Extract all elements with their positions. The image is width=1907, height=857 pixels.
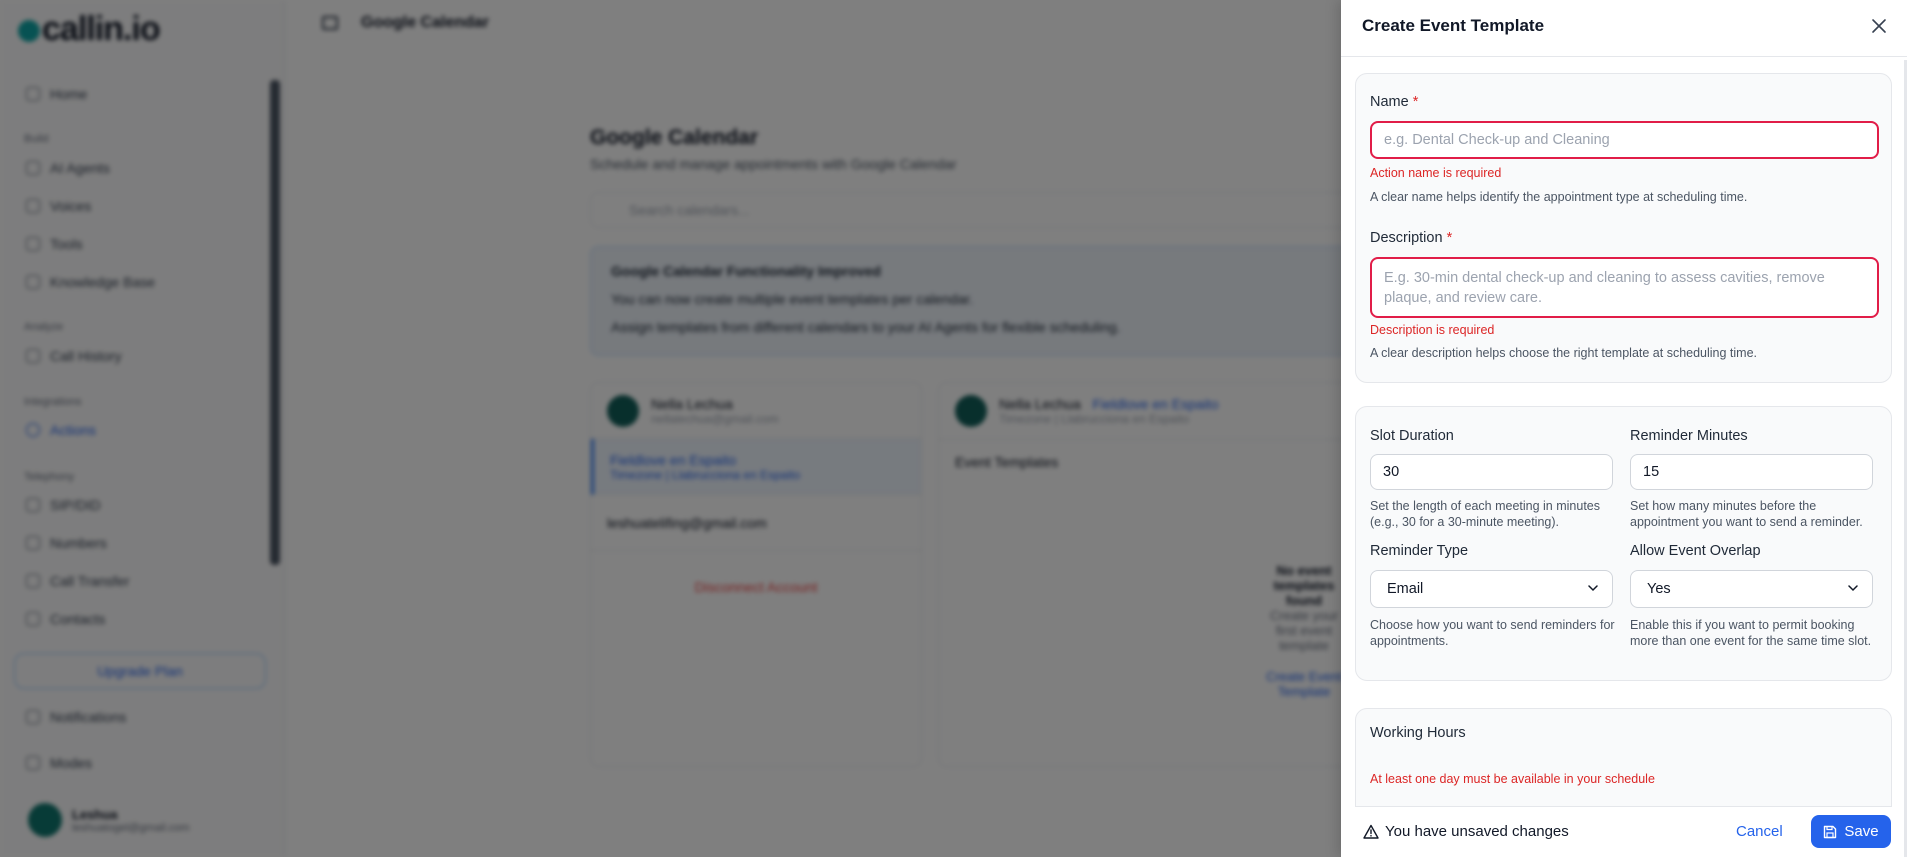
slot-duration-input[interactable]: 30 (1370, 454, 1613, 490)
save-icon (1824, 825, 1837, 838)
drawer-title: Create Event Template (1362, 16, 1545, 35)
save-button[interactable]: Save (1811, 815, 1891, 848)
description-error: Description is required (1370, 323, 1495, 337)
close-button[interactable] (1868, 15, 1890, 37)
description-placeholder: E.g. 30-min dental check-up and cleaning… (1384, 270, 1825, 306)
description-label: Description * (1370, 230, 1452, 246)
description-label-text: Description (1370, 230, 1443, 246)
reminder-type-label: Reminder Type (1370, 543, 1469, 559)
required-mark: * (1412, 94, 1419, 110)
name-label: Name * (1370, 94, 1418, 110)
basic-info-card: Name * e.g. Dental Check-up and Cleaning… (1355, 73, 1892, 383)
name-placeholder: e.g. Dental Check-up and Cleaning (1384, 132, 1610, 148)
allow-overlap-select[interactable]: Yes (1630, 570, 1873, 608)
name-error: Action name is required (1370, 166, 1502, 180)
allow-overlap-label: Allow Event Overlap (1630, 543, 1761, 559)
reminder-type-select[interactable]: Email (1370, 570, 1613, 608)
allow-overlap-value: Yes (1647, 581, 1671, 597)
name-label-text: Name (1370, 94, 1409, 110)
close-icon (1872, 19, 1886, 33)
chevron-down-icon (1588, 585, 1598, 592)
reminder-minutes-input[interactable]: 15 (1630, 454, 1873, 490)
reminder-type-value: Email (1387, 581, 1424, 597)
drawer-header: Create Event Template (1341, 0, 1907, 57)
slot-duration-hint: Set the length of each meeting in minute… (1370, 499, 1601, 529)
allow-overlap-hint: Enable this if you want to permit bookin… (1630, 618, 1872, 648)
drawer-footer: You have unsaved changes Cancel Save (1355, 806, 1892, 857)
reminder-type-hint: Choose how you want to send reminders fo… (1370, 618, 1615, 648)
description-textarea[interactable]: E.g. 30-min dental check-up and cleaning… (1370, 257, 1879, 318)
unsaved-changes-notice: You have unsaved changes (1363, 823, 1569, 840)
save-label: Save (1844, 823, 1879, 840)
required-mark: * (1446, 230, 1453, 246)
settings-card: Slot Duration 30 Set the length of each … (1355, 406, 1892, 681)
slot-duration-label: Slot Duration (1370, 428, 1454, 444)
working-hours-error: At least one day must be available in yo… (1370, 772, 1655, 786)
description-hint: A clear description helps choose the rig… (1370, 346, 1758, 360)
chevron-down-icon (1848, 585, 1858, 592)
reminder-minutes-label: Reminder Minutes (1630, 428, 1748, 444)
reminder-minutes-hint: Set how many minutes before the appointm… (1630, 499, 1863, 529)
unsaved-changes-text: You have unsaved changes (1385, 823, 1569, 840)
cancel-button[interactable]: Cancel (1736, 823, 1783, 840)
warning-icon (1363, 824, 1379, 839)
create-event-template-drawer: Create Event Template Name * e.g. Dental… (1341, 0, 1907, 857)
reminder-minutes-value: 15 (1643, 464, 1660, 480)
name-input[interactable]: e.g. Dental Check-up and Cleaning (1370, 121, 1879, 159)
slot-duration-value: 30 (1383, 464, 1400, 480)
name-hint: A clear name helps identify the appointm… (1370, 190, 1748, 204)
working-hours-label: Working Hours (1370, 725, 1466, 741)
